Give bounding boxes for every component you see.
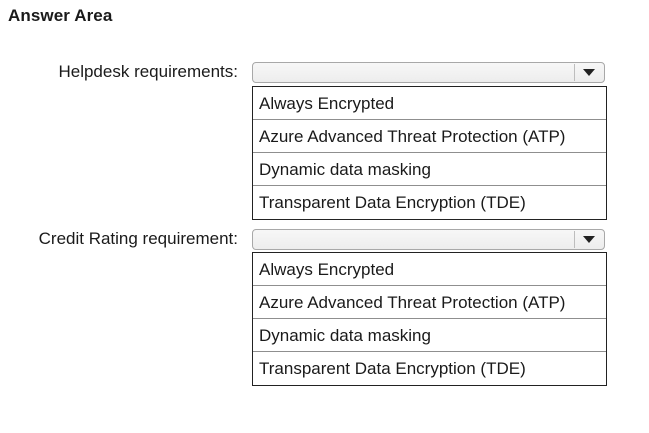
chevron-down-icon	[583, 68, 595, 76]
option-azure-atp[interactable]: Azure Advanced Threat Protection (ATP)	[253, 120, 606, 153]
credit-rating-requirement-label: Credit Rating requirement:	[38, 229, 238, 248]
option-tde[interactable]: Transparent Data Encryption (TDE)	[253, 352, 606, 385]
dropdown-toggle-button[interactable]	[574, 64, 603, 81]
chevron-down-icon	[583, 235, 595, 243]
helpdesk-requirements-label: Helpdesk requirements:	[58, 62, 238, 81]
helpdesk-requirements-dropdown[interactable]	[252, 62, 605, 83]
option-always-encrypted[interactable]: Always Encrypted	[253, 87, 606, 120]
answer-area-title: Answer Area	[8, 6, 113, 25]
helpdesk-requirements-options: Always Encrypted Azure Advanced Threat P…	[252, 86, 607, 220]
option-dynamic-data-masking[interactable]: Dynamic data masking	[253, 153, 606, 186]
option-tde[interactable]: Transparent Data Encryption (TDE)	[253, 186, 606, 219]
option-dynamic-data-masking[interactable]: Dynamic data masking	[253, 319, 606, 352]
credit-rating-requirement-options: Always Encrypted Azure Advanced Threat P…	[252, 252, 607, 386]
dropdown-toggle-button[interactable]	[574, 231, 603, 248]
credit-rating-requirement-dropdown[interactable]	[252, 229, 605, 250]
option-always-encrypted[interactable]: Always Encrypted	[253, 253, 606, 286]
option-azure-atp[interactable]: Azure Advanced Threat Protection (ATP)	[253, 286, 606, 319]
